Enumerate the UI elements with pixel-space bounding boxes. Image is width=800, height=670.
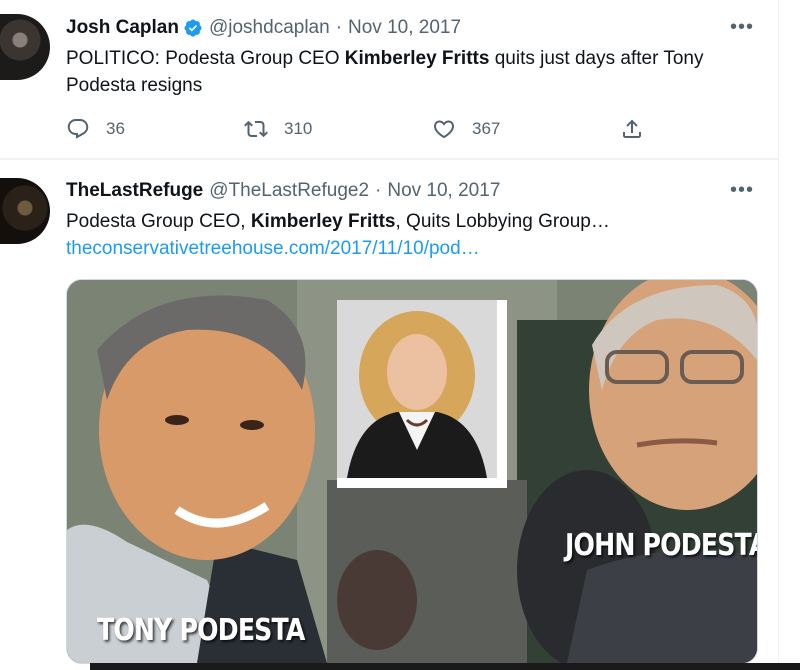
caption-john-podesta: JOHN PODESTA [565, 528, 758, 563]
more-horizontal-icon[interactable]: ••• [730, 178, 754, 202]
inset-photo [337, 300, 507, 488]
tweet-header: TheLastRefuge @TheLastRefuge2 · Nov 10, … [66, 179, 500, 203]
tweet-text: Podesta Group CEO, Kimberley Fritts, Qui… [66, 208, 756, 235]
author-name[interactable]: TheLastRefuge [66, 180, 203, 202]
tweet-date[interactable]: Nov 10, 2017 [387, 180, 500, 202]
inset-portrait [337, 300, 497, 478]
avatar[interactable] [0, 178, 50, 244]
tweet-text-bold: Kimberley Fritts [250, 211, 396, 232]
tweet-text-start: Podesta Group CEO, [66, 211, 251, 232]
timeline: Josh Caplan @joshdcaplan · Nov 10, 2017 … [0, 0, 800, 670]
media-image[interactable]: JOHN PODESTA TONY PODESTA [66, 279, 758, 664]
timeline-border [778, 0, 779, 670]
bottom-bar [90, 663, 800, 670]
article-link[interactable]: theconservativetreehouse.com/2017/11/10/… [66, 235, 480, 262]
author-handle[interactable]: @TheLastRefuge2 [209, 180, 369, 202]
separator-dot: · [375, 180, 382, 201]
tweet-text-end: , Quits Lobbying Group… [395, 211, 610, 232]
tweet[interactable]: TheLastRefuge @TheLastRefuge2 · Nov 10, … [0, 0, 778, 664]
caption-tony-podesta: TONY PODESTA [97, 613, 305, 648]
